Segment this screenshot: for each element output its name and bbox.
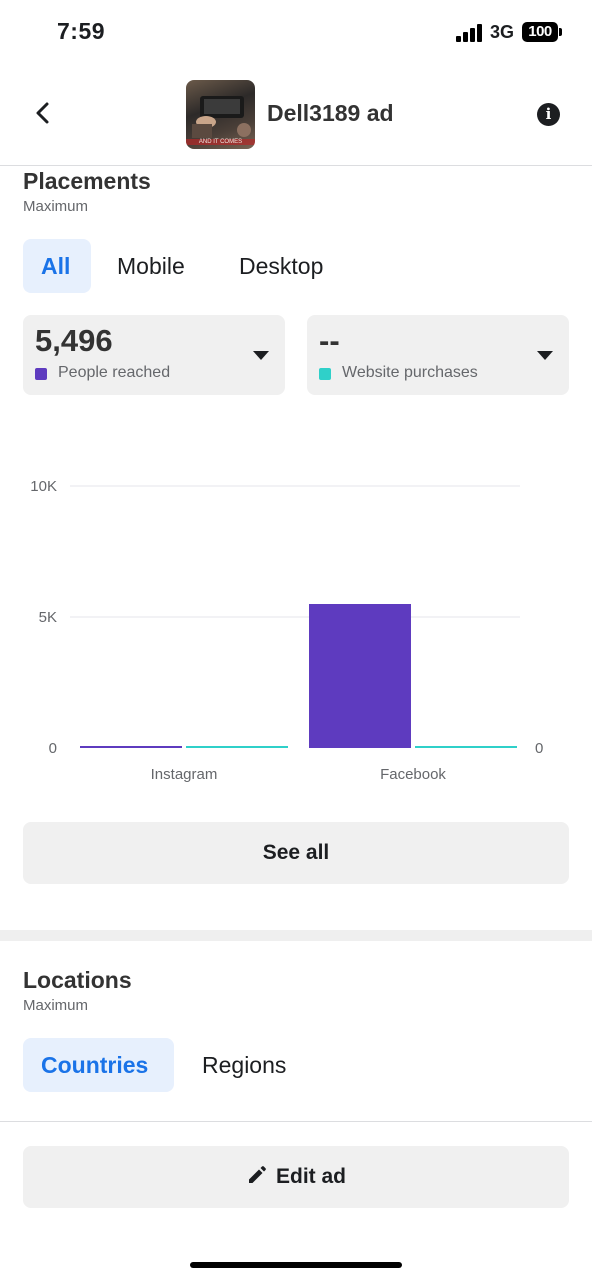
battery-icon: 100 — [522, 22, 558, 42]
bar-instagram-website-purchases — [186, 746, 288, 748]
metric-card-website-purchases[interactable]: -- Website purchases — [307, 315, 569, 395]
y-tick-label: 0 — [49, 740, 57, 757]
locations-subtitle: Maximum — [23, 997, 89, 1014]
y-tick-label: 5K — [39, 609, 57, 626]
footer-divider — [0, 1121, 592, 1122]
tab-regions[interactable]: Regions — [184, 1038, 304, 1092]
bar-instagram-people-reached — [80, 746, 182, 748]
tab-countries[interactable]: Countries — [23, 1038, 174, 1092]
metric-card-people-reached[interactable]: 5,496 People reached — [23, 315, 285, 395]
network-label: 3G — [490, 22, 515, 42]
section-divider — [0, 930, 592, 941]
status-bar: 7:59 3G 100 — [0, 0, 592, 64]
legend-swatch-people-reached — [35, 368, 47, 380]
tab-desktop[interactable]: Desktop — [221, 239, 341, 293]
status-time: 7:59 — [57, 18, 106, 44]
placements-subtitle: Maximum — [23, 198, 89, 215]
metric-value: -- — [319, 323, 340, 358]
edit-ad-button[interactable]: Edit ad — [23, 1146, 569, 1208]
info-icon[interactable]: i — [537, 103, 560, 126]
ad-thumbnail: AND IT COMES — [186, 80, 255, 149]
bar-facebook-website-purchases — [415, 746, 517, 748]
tab-mobile[interactable]: Mobile — [99, 239, 203, 293]
back-arrow-icon[interactable] — [28, 98, 58, 128]
dropdown-caret-icon — [537, 351, 553, 360]
x-tick-label: Facebook — [380, 766, 446, 783]
metric-value: 5,496 — [35, 323, 113, 358]
metric-label: Website purchases — [342, 364, 478, 381]
x-tick-label: Instagram — [151, 766, 218, 783]
placements-title: Placements — [23, 168, 151, 194]
legend-swatch-website-purchases — [319, 368, 331, 380]
see-all-button[interactable]: See all — [23, 822, 569, 884]
y-tick-label: 10K — [30, 478, 57, 495]
ad-title: Dell3189 ad — [267, 100, 394, 126]
home-indicator — [190, 1262, 402, 1268]
thumbnail-caption: AND IT COMES — [186, 139, 255, 145]
ad-header: AND IT COMES Dell3189 ad i — [0, 64, 592, 166]
bar-facebook-people-reached — [309, 604, 411, 748]
y-tick-label-right: 0 — [535, 740, 543, 757]
tab-all[interactable]: All — [23, 239, 91, 293]
locations-title: Locations — [23, 967, 132, 993]
pencil-icon — [248, 1166, 266, 1183]
dropdown-caret-icon — [253, 351, 269, 360]
signal-icon — [456, 24, 482, 42]
edit-ad-label: Edit ad — [275, 1165, 346, 1188]
battery-tip — [559, 28, 562, 36]
placements-bar-chart: 0 5K 10K 0 Instagram Facebook — [30, 478, 543, 783]
metric-label: People reached — [58, 364, 171, 381]
